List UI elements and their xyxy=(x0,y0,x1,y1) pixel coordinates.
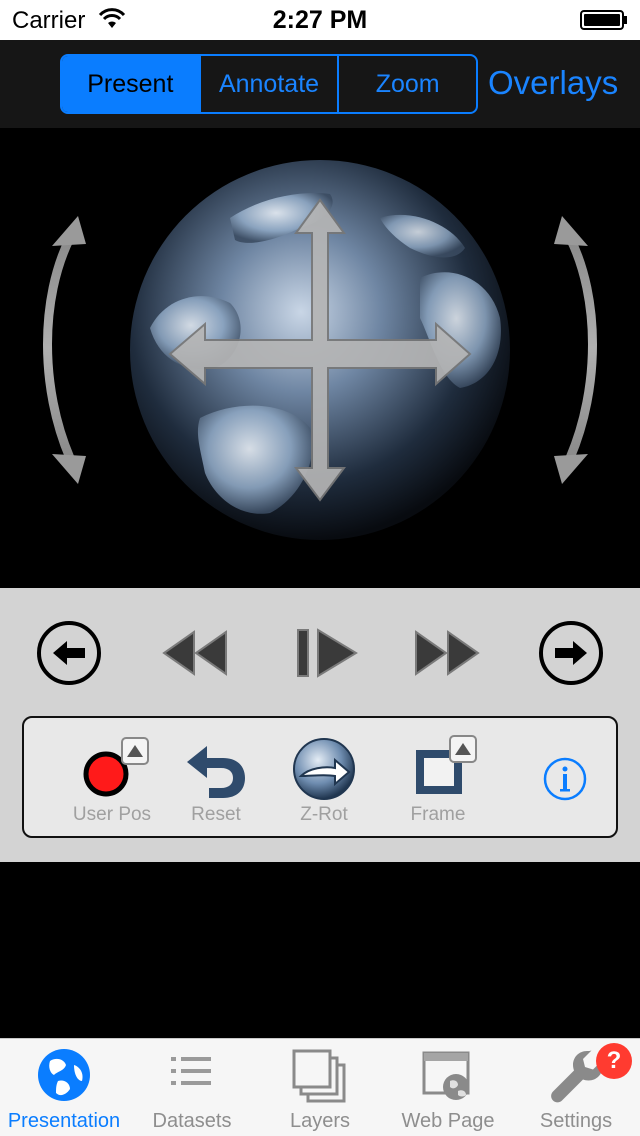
tab-label-web-page: Web Page xyxy=(401,1110,495,1132)
battery-icon xyxy=(580,10,627,30)
tab-settings[interactable]: ? Settings xyxy=(512,1039,640,1136)
fast-forward-icon[interactable] xyxy=(412,626,482,680)
segment-present[interactable]: Present xyxy=(62,56,201,112)
status-bar: Carrier 2:27 PM xyxy=(0,0,640,40)
layers-icon xyxy=(292,1049,346,1103)
user-pos-button[interactable]: User Pos xyxy=(62,728,162,832)
status-time: 2:27 PM xyxy=(272,6,368,34)
tilt-right-arc-icon xyxy=(554,216,597,484)
mode-segmented-control: Present Annotate Zoom xyxy=(60,54,478,114)
tab-layers[interactable]: Layers xyxy=(256,1039,384,1136)
z-rot-label: Z-Rot xyxy=(300,804,348,825)
reset-label: Reset xyxy=(191,804,241,825)
tool-box: User Pos Reset Z-Rot Frame xyxy=(22,716,618,838)
rotate-arrow-icon xyxy=(293,738,355,800)
undo-arrow-icon xyxy=(187,746,245,798)
tab-label-datasets: Datasets xyxy=(152,1110,232,1132)
reset-button[interactable]: Reset xyxy=(166,728,266,832)
tab-datasets[interactable]: Datasets xyxy=(128,1039,256,1136)
record-dot-icon xyxy=(83,737,149,797)
rewind-icon[interactable] xyxy=(160,626,230,680)
next-arrow-icon[interactable] xyxy=(538,620,604,686)
info-icon[interactable] xyxy=(542,756,588,802)
tab-presentation[interactable]: Presentation xyxy=(0,1039,128,1136)
tab-web-page[interactable]: Web Page xyxy=(384,1039,512,1136)
user-pos-label: User Pos xyxy=(72,804,152,825)
overlays-button[interactable]: Overlays xyxy=(488,64,618,102)
web-page-icon xyxy=(422,1051,470,1100)
globe-icon xyxy=(38,1049,90,1101)
prev-arrow-icon[interactable] xyxy=(36,620,102,686)
z-rot-button[interactable]: Z-Rot xyxy=(274,728,374,832)
segment-annotate[interactable]: Annotate xyxy=(201,56,340,112)
segment-zoom[interactable]: Zoom xyxy=(339,56,476,112)
tilt-left-arc-icon xyxy=(43,216,86,484)
globe-view[interactable] xyxy=(0,128,640,588)
empty-area xyxy=(0,862,640,1038)
controls-panel: User Pos Reset Z-Rot Frame xyxy=(0,588,640,862)
settings-badge: ? xyxy=(596,1043,632,1079)
frame-label: Frame xyxy=(410,804,466,825)
tab-label-layers: Layers xyxy=(289,1110,351,1132)
tab-label-settings: Settings xyxy=(539,1110,613,1132)
tab-label-presentation: Presentation xyxy=(7,1110,121,1132)
play-pause-icon[interactable] xyxy=(294,626,360,680)
tab-bar: Presentation Datasets Layers Web Page ? … xyxy=(0,1038,640,1136)
top-toolbar: Present Annotate Zoom Overlays xyxy=(0,40,640,128)
frame-button[interactable]: Frame xyxy=(388,728,488,832)
frame-icon xyxy=(416,735,477,794)
list-icon xyxy=(171,1057,211,1085)
